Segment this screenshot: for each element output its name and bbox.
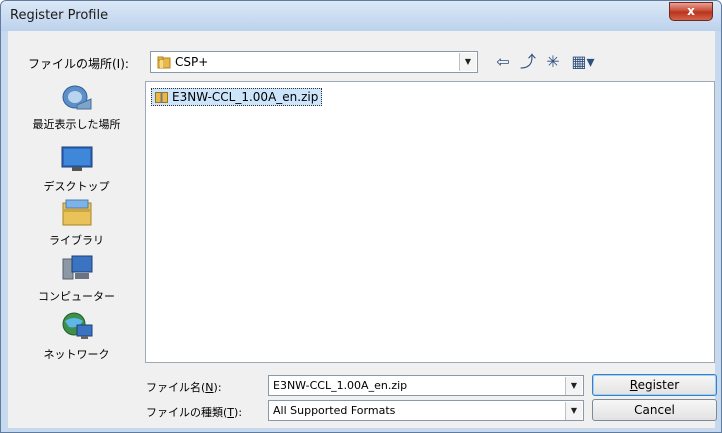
look-in-dropdown[interactable]: CSP+ ▼ (150, 51, 478, 73)
up-folder-icon: ⤴ (519, 52, 536, 71)
up-folder-button[interactable]: ⤴ (517, 53, 539, 73)
new-folder-icon: ✳ (546, 52, 560, 71)
place-label: ライブラリ (49, 234, 104, 247)
view-menu-button[interactable]: ▦▾ (568, 53, 598, 73)
back-button[interactable]: ⇦ (492, 53, 514, 73)
close-button[interactable]: x (669, 2, 713, 21)
recent-places-icon (62, 85, 91, 110)
place-network[interactable]: ネットワーク (8, 311, 145, 362)
file-list[interactable]: E3NW-CCL_1.00A_en.zip (145, 81, 715, 363)
list-item[interactable]: E3NW-CCL_1.00A_en.zip (151, 88, 323, 106)
place-libraries[interactable]: ライブラリ (8, 197, 145, 248)
file-name: E3NW-CCL_1.00A_en.zip (172, 90, 319, 104)
network-icon (62, 312, 92, 339)
place-computer[interactable]: コンピューター (8, 253, 145, 304)
place-label: 最近表示した場所 (32, 118, 121, 131)
folder-icon (157, 56, 171, 69)
chevron-down-icon[interactable]: ▼ (565, 402, 582, 420)
register-profile-dialog: Register Profile x ファイルの場所(I): CSP+ ▼ ⇦ … (0, 0, 722, 433)
file-type-select[interactable]: All Supported Formats ▼ (268, 400, 584, 421)
file-name-value: E3NW-CCL_1.00A_en.zip (273, 379, 408, 392)
file-type-label: ファイルの種類(T): (146, 406, 243, 419)
file-name-input[interactable]: E3NW-CCL_1.00A_en.zip ▼ (268, 375, 584, 396)
file-type-value: All Supported Formats (273, 404, 396, 417)
window-title: Register Profile (10, 8, 109, 23)
place-label: コンピューター (38, 290, 115, 303)
place-label: ネットワーク (43, 348, 110, 361)
computer-icon (62, 255, 92, 280)
libraries-icon (62, 199, 91, 226)
chevron-down-icon[interactable]: ▼ (459, 53, 476, 71)
zip-file-icon (155, 92, 168, 103)
place-desktop[interactable]: デスクトップ (8, 143, 145, 194)
title-bar[interactable]: Register Profile x (1, 1, 721, 31)
register-button[interactable]: Register (592, 374, 717, 396)
file-name-label: ファイル名(N): (146, 381, 222, 394)
place-recent[interactable]: 最近表示した場所 (8, 81, 145, 132)
new-folder-button[interactable]: ✳ (542, 53, 564, 73)
look-in-label: ファイルの場所(I): (28, 57, 129, 71)
back-arrow-icon: ⇦ (496, 52, 510, 71)
chevron-down-icon[interactable]: ▼ (565, 377, 582, 395)
place-label: デスクトップ (43, 180, 110, 193)
close-icon: x (687, 4, 695, 18)
desktop-icon (61, 146, 92, 171)
places-bar: 最近表示した場所 デスクトップ ライブラリ コンピューター ネットワーク (8, 79, 145, 364)
cancel-button[interactable]: Cancel (592, 399, 717, 421)
look-in-value: CSP+ (175, 55, 209, 69)
dialog-body: ファイルの場所(I): CSP+ ▼ ⇦ ⤴ ✳ ▦▾ 最近表示した場所 デスク… (8, 31, 717, 428)
view-menu-icon: ▦▾ (571, 52, 595, 71)
